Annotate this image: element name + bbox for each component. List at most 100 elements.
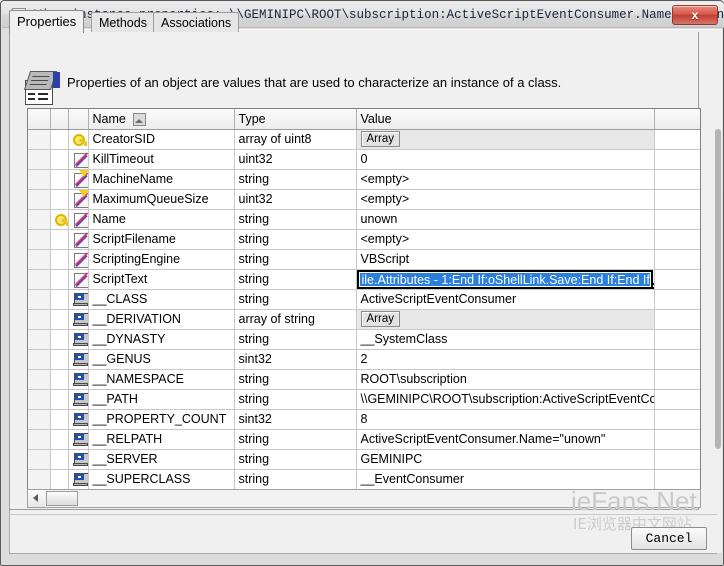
header-icon[interactable] [68,109,89,130]
table-row[interactable]: ScriptingEngine string VBScript [28,249,700,270]
cell-value[interactable]: ROOT\subscription [356,369,655,390]
cell-type[interactable]: string [234,429,357,450]
cancel-button[interactable]: Cancel [631,527,707,550]
cell-type[interactable]: string [234,329,357,350]
cell-type[interactable]: string [234,209,357,230]
cell-type[interactable]: uint32 [234,189,357,210]
header-name[interactable]: Name [88,109,235,130]
properties-grid[interactable]: Name Type Value CreatorSID array of uint8… [27,108,701,508]
cell-type[interactable]: string [234,449,357,470]
cell-type[interactable]: array of string [234,309,357,330]
table-row[interactable]: ScriptText string ile.Attributes - 1:End I… [28,269,700,290]
horizontal-scroll-thumb[interactable] [46,491,78,506]
row-selector[interactable] [28,169,51,190]
table-row[interactable]: MachineName string <empty> [28,169,700,190]
tab-methods[interactable]: Methods [91,12,155,32]
cell-name[interactable]: KillTimeout [88,149,235,170]
row-selector[interactable] [28,129,51,150]
array-chip[interactable]: Array [360,311,400,327]
cell-name[interactable]: MaximumQueueSize [88,189,235,210]
table-row[interactable]: __NAMESPACE string ROOT\subscription [28,369,700,390]
cell-type[interactable]: string [234,229,357,250]
cell-value[interactable]: VBScript [356,249,655,270]
cell-value[interactable]: 0 [356,149,655,170]
table-row[interactable]: Name string unown [28,209,700,230]
row-selector[interactable] [28,389,51,410]
row-selector[interactable] [28,329,51,350]
table-row[interactable]: __RELPATH string ActiveScriptEventConsumer… [28,429,700,450]
row-selector[interactable] [28,409,51,430]
cell-name[interactable]: CreatorSID [88,129,235,150]
cell-name[interactable]: ScriptingEngine [88,249,235,270]
row-selector[interactable] [28,349,51,370]
table-row[interactable]: KillTimeout uint32 0 [28,149,700,170]
cell-type[interactable]: string [234,469,357,490]
cell-type[interactable]: array of uint8 [234,129,357,150]
table-row[interactable]: __DERIVATION array of string Array [28,309,700,330]
row-selector[interactable] [28,289,51,310]
row-selector[interactable] [28,209,51,230]
cell-value[interactable]: unown [356,209,655,230]
row-selector[interactable] [28,189,51,210]
tab-properties[interactable]: Properties [9,10,85,33]
table-row[interactable]: __SERVER string GEMINIPC [28,449,700,470]
cell-value[interactable]: GEMINIPC [356,449,655,470]
cell-name[interactable]: __GENUS [88,349,235,370]
cell-type[interactable]: string [234,269,357,290]
row-selector[interactable] [28,309,51,330]
row-selector[interactable] [28,469,51,490]
cell-value[interactable]: ActiveScriptEventConsumer.Name="unown" [356,429,655,450]
resize-handle[interactable] [647,283,653,289]
row-selector[interactable] [28,229,51,250]
row-selector[interactable] [28,249,51,270]
header-select[interactable] [28,109,51,130]
scroll-left-arrow-icon[interactable] [28,490,45,507]
row-selector[interactable] [28,449,51,470]
table-row[interactable]: __CLASS string ActiveScriptEventConsumer [28,289,700,310]
header-value[interactable]: Value [356,109,655,130]
cell-value[interactable]: 2 [356,349,655,370]
cell-type[interactable]: string [234,389,357,410]
table-row[interactable]: MaximumQueueSize uint32 <empty> [28,189,700,210]
cell-name[interactable]: __SERVER [88,449,235,470]
table-row[interactable]: __GENUS sint32 2 [28,349,700,370]
cell-name[interactable]: __PATH [88,389,235,410]
table-row[interactable]: __PROPERTY_COUNT sint32 8 [28,409,700,430]
array-chip[interactable]: Array [360,131,400,147]
cell-type[interactable]: uint32 [234,149,357,170]
cell-name[interactable]: __NAMESPACE [88,369,235,390]
cell-name[interactable]: Name [88,209,235,230]
cell-value[interactable]: __SystemClass [356,329,655,350]
cell-type[interactable]: string [234,249,357,270]
cell-value[interactable]: Array [356,309,655,330]
cell-name[interactable]: __DYNASTY [88,329,235,350]
tab-associations[interactable]: Associations [153,12,240,32]
cell-name[interactable]: __CLASS [88,289,235,310]
cell-value[interactable]: 8 [356,409,655,430]
cell-value[interactable]: \\GEMINIPC\ROOT\subscription:ActiveScrip… [356,389,655,410]
value-edit-text[interactable]: ile.Attributes - 1:End If:oShellLink.Sav… [359,273,650,286]
value-edit-box[interactable]: ile.Attributes - 1:End If:oShellLink.Sav… [356,270,653,289]
cell-value[interactable]: ActiveScriptEventConsumer [356,289,655,310]
cell-type[interactable]: string [234,289,357,310]
cell-name[interactable]: __DERIVATION [88,309,235,330]
cell-value[interactable]: <empty> [356,189,655,210]
cell-value[interactable]: <empty> [356,169,655,190]
vertical-scrollbar[interactable] [714,29,722,553]
table-row[interactable]: CreatorSID array of uint8 Array [28,129,700,150]
cell-name[interactable]: ScriptFilename [88,229,235,250]
cell-value-editing[interactable]: ile.Attributes - 1:End If:oShellLink.Sav… [356,269,655,290]
header-key[interactable] [50,109,69,130]
cell-name[interactable]: MachineName [88,169,235,190]
cell-type[interactable]: string [234,169,357,190]
table-row[interactable]: ScriptFilename string <empty> [28,229,700,250]
cell-value[interactable]: Array [356,129,655,150]
cell-type[interactable]: string [234,369,357,390]
table-row[interactable]: __PATH string \\GEMINIPC\ROOT\subscription… [28,389,700,410]
vertical-scroll-thumb[interactable] [715,129,721,449]
cell-type[interactable]: sint32 [234,409,357,430]
cell-name[interactable]: __PROPERTY_COUNT [88,409,235,430]
cell-value[interactable]: <empty> [356,229,655,250]
row-selector[interactable] [28,369,51,390]
row-selector[interactable] [28,429,51,450]
